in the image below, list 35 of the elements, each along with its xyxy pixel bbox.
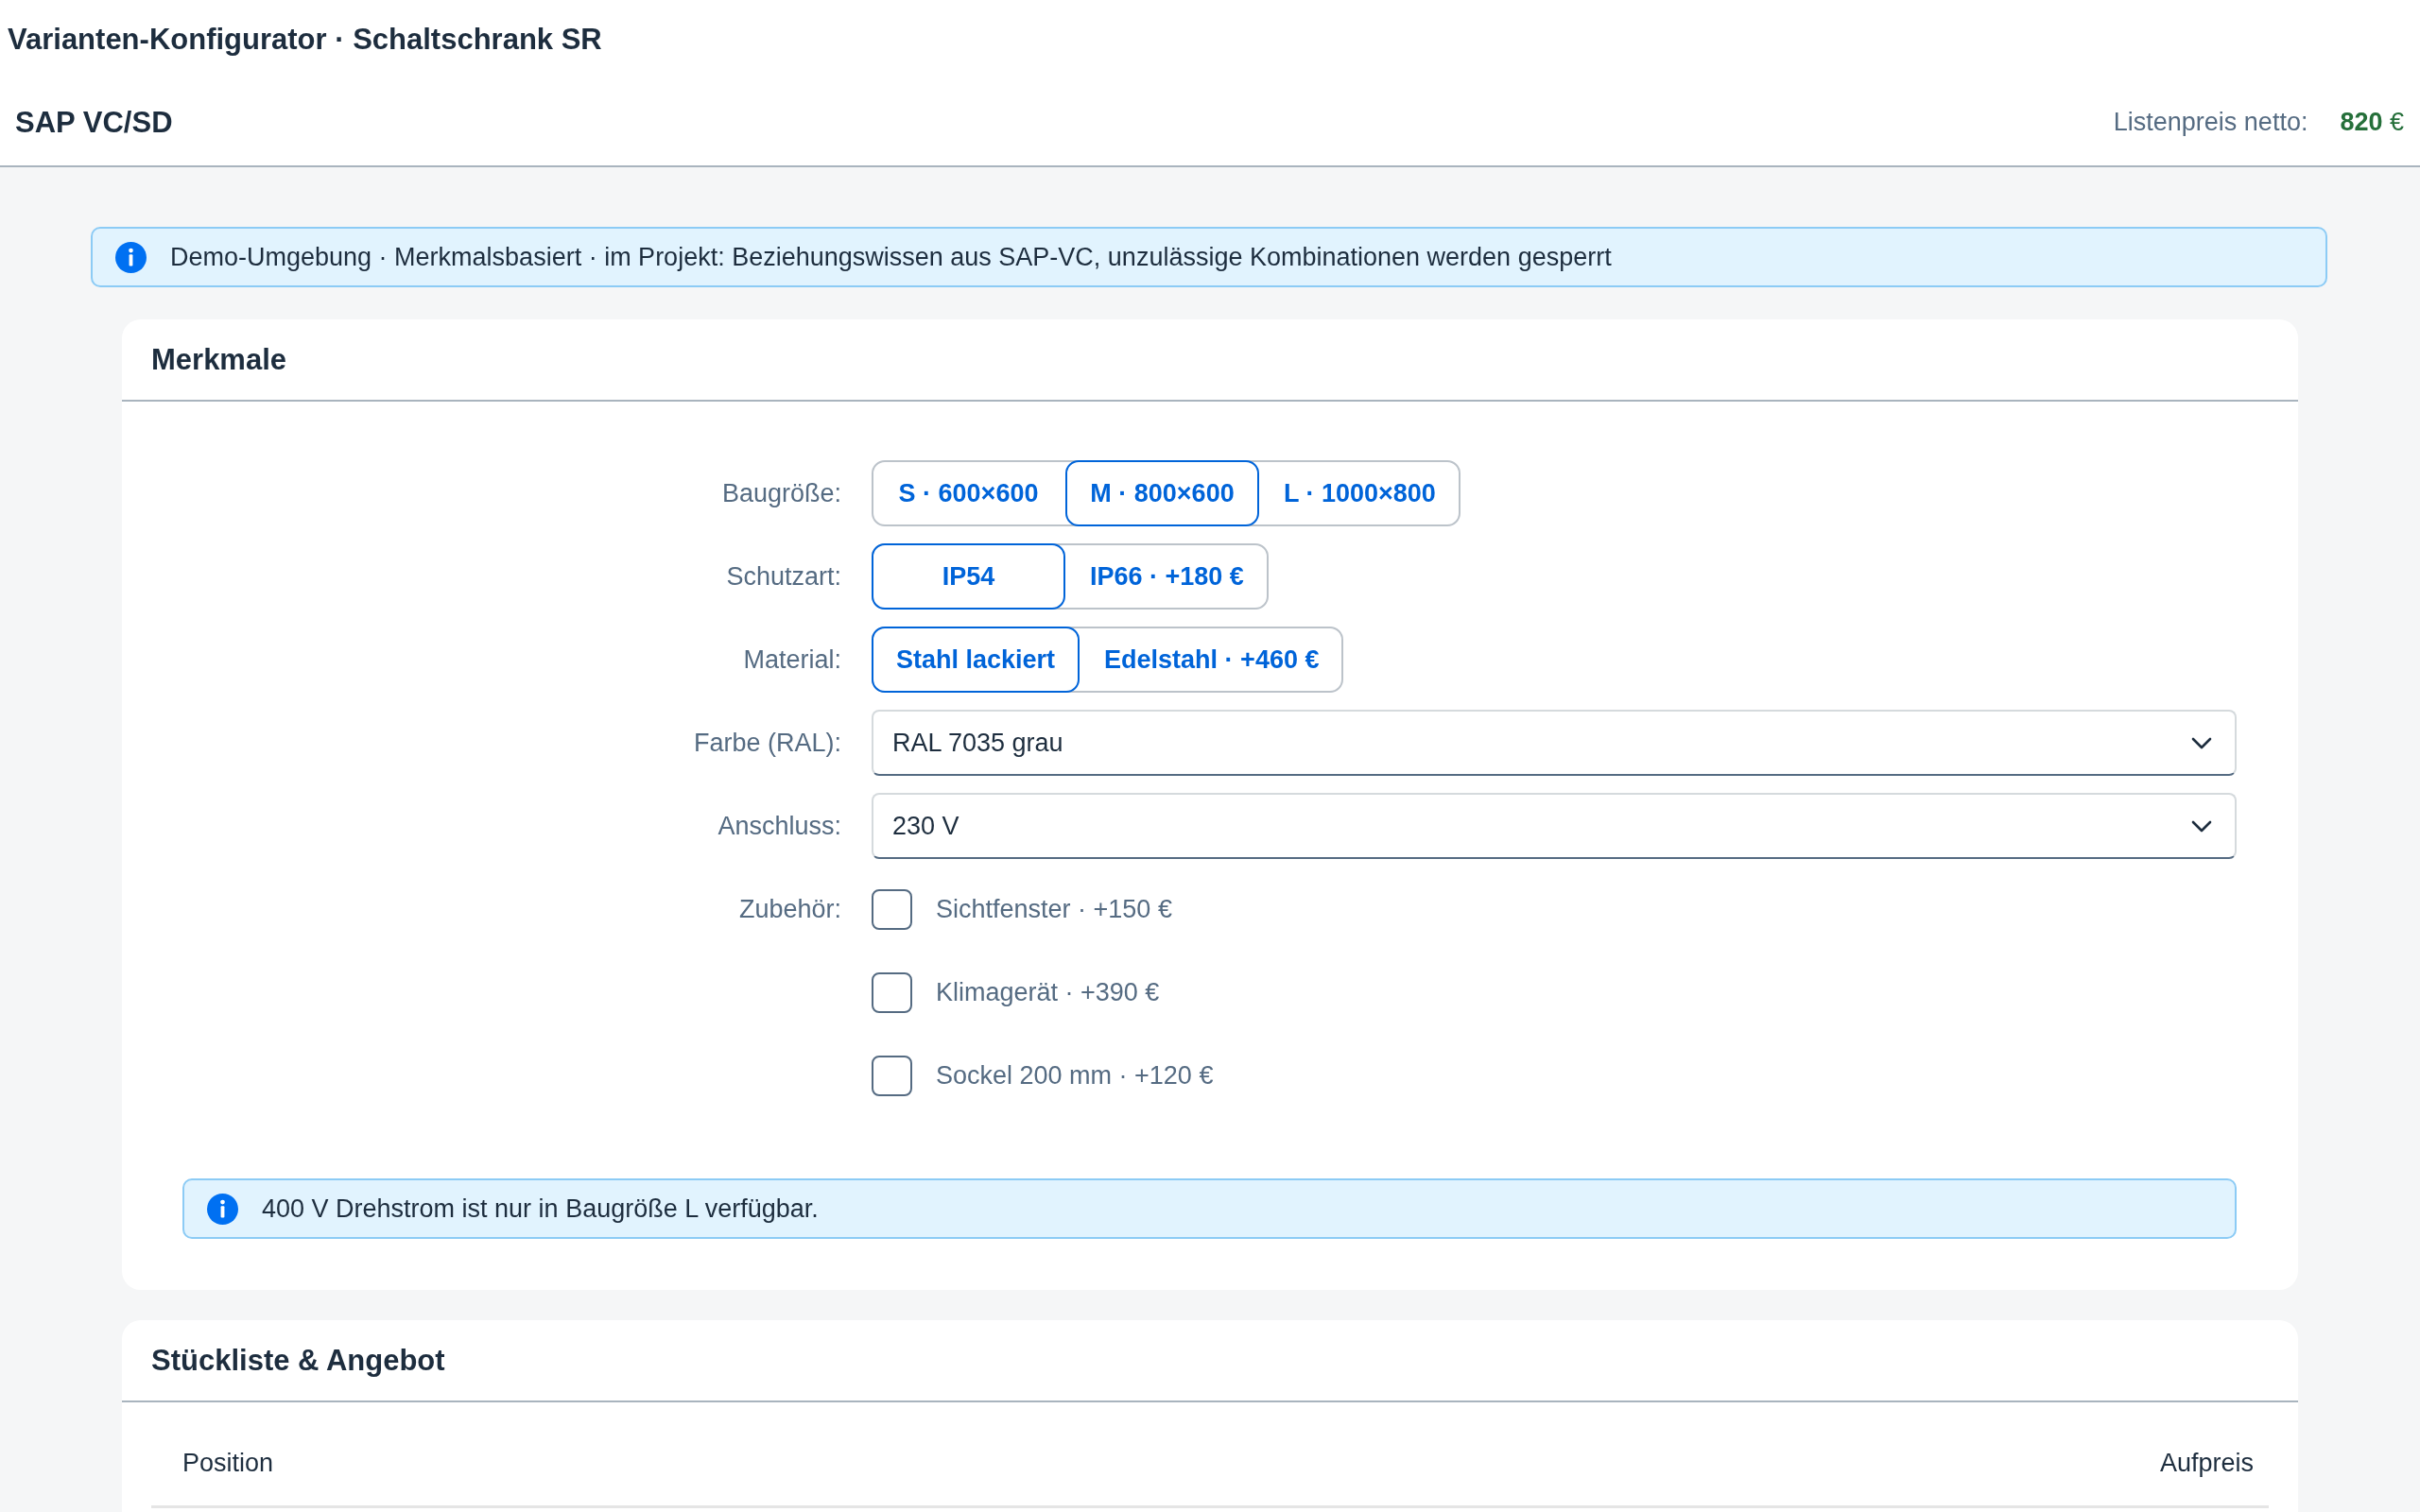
checkbox-label: Sockel 200 mm · +120 € (936, 1060, 1214, 1091)
field-label: Baugröße: (721, 478, 841, 509)
segment-button[interactable]: IP66 · +180 € (1065, 543, 1269, 610)
field-label: Material: (743, 644, 841, 676)
checkbox[interactable] (872, 1055, 912, 1096)
segment-button[interactable]: Stahl lackiert (872, 627, 1080, 693)
segment-button[interactable]: Edelstahl · +460 € (1080, 627, 1344, 693)
panel-title: Stückliste & Angebot (151, 1343, 445, 1378)
field-label: Anschluss: (717, 811, 841, 842)
segment-button[interactable]: L · 1000×800 (1259, 460, 1461, 526)
field-label: Zubehör: (738, 894, 841, 925)
info-icon (207, 1193, 238, 1225)
price-value: 820 € (2340, 108, 2404, 137)
checkbox-label: Sichtfenster · +150 € (936, 894, 1172, 924)
column-header: Aufpreis (2159, 1448, 2254, 1478)
banner-text: 400 V Drehstrom ist nur in Baugröße L verfügbar. (262, 1194, 819, 1224)
checkbox[interactable] (872, 888, 912, 930)
dropdown[interactable]: 230 V (872, 793, 2237, 859)
field-label: Farbe (RAL): (693, 728, 841, 759)
page-title: Varianten-Konfigurator · Schaltschrank SR (8, 23, 602, 57)
checkbox-label: Klimagerät · +390 € (936, 977, 1160, 1007)
price-label: Listenpreis netto: (2113, 108, 2308, 137)
info-icon (115, 241, 147, 273)
chevron-down-icon (2191, 736, 2212, 749)
segment-button[interactable]: M · 800×600 (1065, 460, 1259, 526)
segment-button[interactable]: IP54 (872, 543, 1065, 610)
chevron-down-icon (2191, 819, 2212, 833)
dropdown[interactable]: RAL 7035 grau (872, 710, 2237, 776)
app-title: SAP VC/SD (15, 105, 173, 140)
field-label: Schutzart: (726, 561, 841, 593)
panel-title: Merkmale (151, 342, 287, 377)
segment-button[interactable]: S · 600×600 (872, 460, 1065, 526)
checkbox[interactable] (872, 971, 912, 1013)
banner-text: Demo-Umgebung · Merkmalsbasiert · im Projekt: Beziehungswissen aus SAP-VC, unzulässige Kombinationen werden gesperrt (170, 242, 1612, 272)
column-header: Position (182, 1448, 274, 1478)
